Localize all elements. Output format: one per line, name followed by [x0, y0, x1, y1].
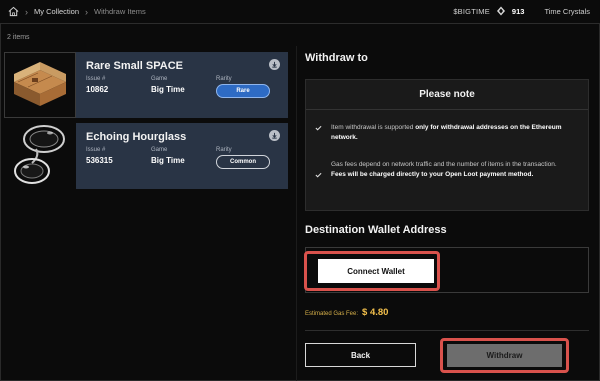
room-image: [14, 62, 66, 106]
game-label: Game: [151, 76, 168, 82]
rarity-label: Rarity: [216, 147, 232, 153]
game-label: Game: [151, 147, 168, 153]
item-name: Rare Small SPACE: [86, 60, 184, 72]
connect-wallet-button[interactable]: Connect Wallet: [318, 259, 434, 283]
note-item: Gas fees depend on network traffic and t…: [306, 160, 590, 180]
issue-label: Issue #: [86, 76, 106, 82]
withdraw-button[interactable]: Withdraw: [447, 344, 562, 367]
issue-value: 10862: [86, 85, 109, 94]
note-text-bold: Fees will be charged directly to your Op…: [331, 171, 534, 178]
download-icon[interactable]: [269, 130, 280, 141]
issue-value: 536315: [86, 156, 113, 165]
game-value: Big Time: [151, 156, 185, 165]
item-details: Rare Small SPACE Issue # 10862 Game Big …: [76, 52, 288, 118]
note-item: Item withdrawal is supported only for wi…: [306, 123, 590, 143]
rarity-badge: Common: [216, 155, 270, 169]
issue-label: Issue #: [86, 147, 106, 153]
item-thumbnail: [4, 123, 76, 189]
hourglass-image: [14, 125, 65, 184]
token-icon: [496, 6, 506, 18]
gas-fee: Estimated Gas Fee: $ 4.80: [305, 307, 388, 318]
chevron-right-icon: ›: [85, 6, 89, 17]
breadcrumb-my-collection[interactable]: My Collection: [34, 7, 79, 16]
chevron-right-icon: ›: [25, 6, 28, 17]
note-text: Gas fees depend on network traffic and t…: [331, 161, 557, 168]
gas-fee-value: $ 4.80: [362, 307, 389, 318]
item-card[interactable]: Echoing Hourglass Issue # 536315 Game Bi…: [4, 123, 288, 189]
top-bar: › My Collection › Withdraw Items $BIGTIM…: [0, 0, 600, 24]
breadcrumb-withdraw-items: Withdraw Items: [94, 7, 146, 16]
balance-area: $BIGTIME 913 Time Crystals: [453, 6, 590, 18]
items-panel: Rare Small SPACE Issue # 10862 Game Big …: [0, 46, 297, 381]
token-label: $BIGTIME: [453, 7, 490, 16]
note-title: Please note: [306, 80, 588, 110]
game-value: Big Time: [151, 85, 185, 94]
rarity-label: Rarity: [216, 76, 232, 82]
gas-fee-label: Estimated Gas Fee:: [305, 311, 359, 317]
item-meta: Issue # 10862 Game Big Time Rarity Rare: [86, 76, 288, 98]
token-amount: 913: [511, 7, 525, 16]
back-button[interactable]: Back: [305, 343, 416, 367]
home-icon[interactable]: [7, 6, 19, 18]
download-icon[interactable]: [269, 59, 280, 70]
time-crystals-link[interactable]: Time Crystals: [544, 7, 590, 16]
item-thumbnail: [4, 52, 76, 118]
note-text: Item withdrawal is supported: [331, 124, 416, 131]
item-card[interactable]: Rare Small SPACE Issue # 10862 Game Big …: [4, 52, 288, 118]
item-meta: Issue # 536315 Game Big Time Rarity Comm…: [86, 147, 288, 169]
destination-heading: Destination Wallet Address: [305, 224, 447, 236]
withdraw-to-heading: Withdraw to: [305, 52, 368, 64]
item-details: Echoing Hourglass Issue # 536315 Game Bi…: [76, 123, 288, 189]
divider: [305, 330, 589, 331]
check-icon: [306, 160, 331, 180]
item-name: Echoing Hourglass: [86, 131, 187, 143]
check-icon: [306, 123, 331, 143]
note-box: Please note Item withdrawal is supported…: [305, 79, 589, 211]
items-count: 2 items: [7, 34, 30, 41]
rarity-badge: Rare: [216, 84, 270, 98]
